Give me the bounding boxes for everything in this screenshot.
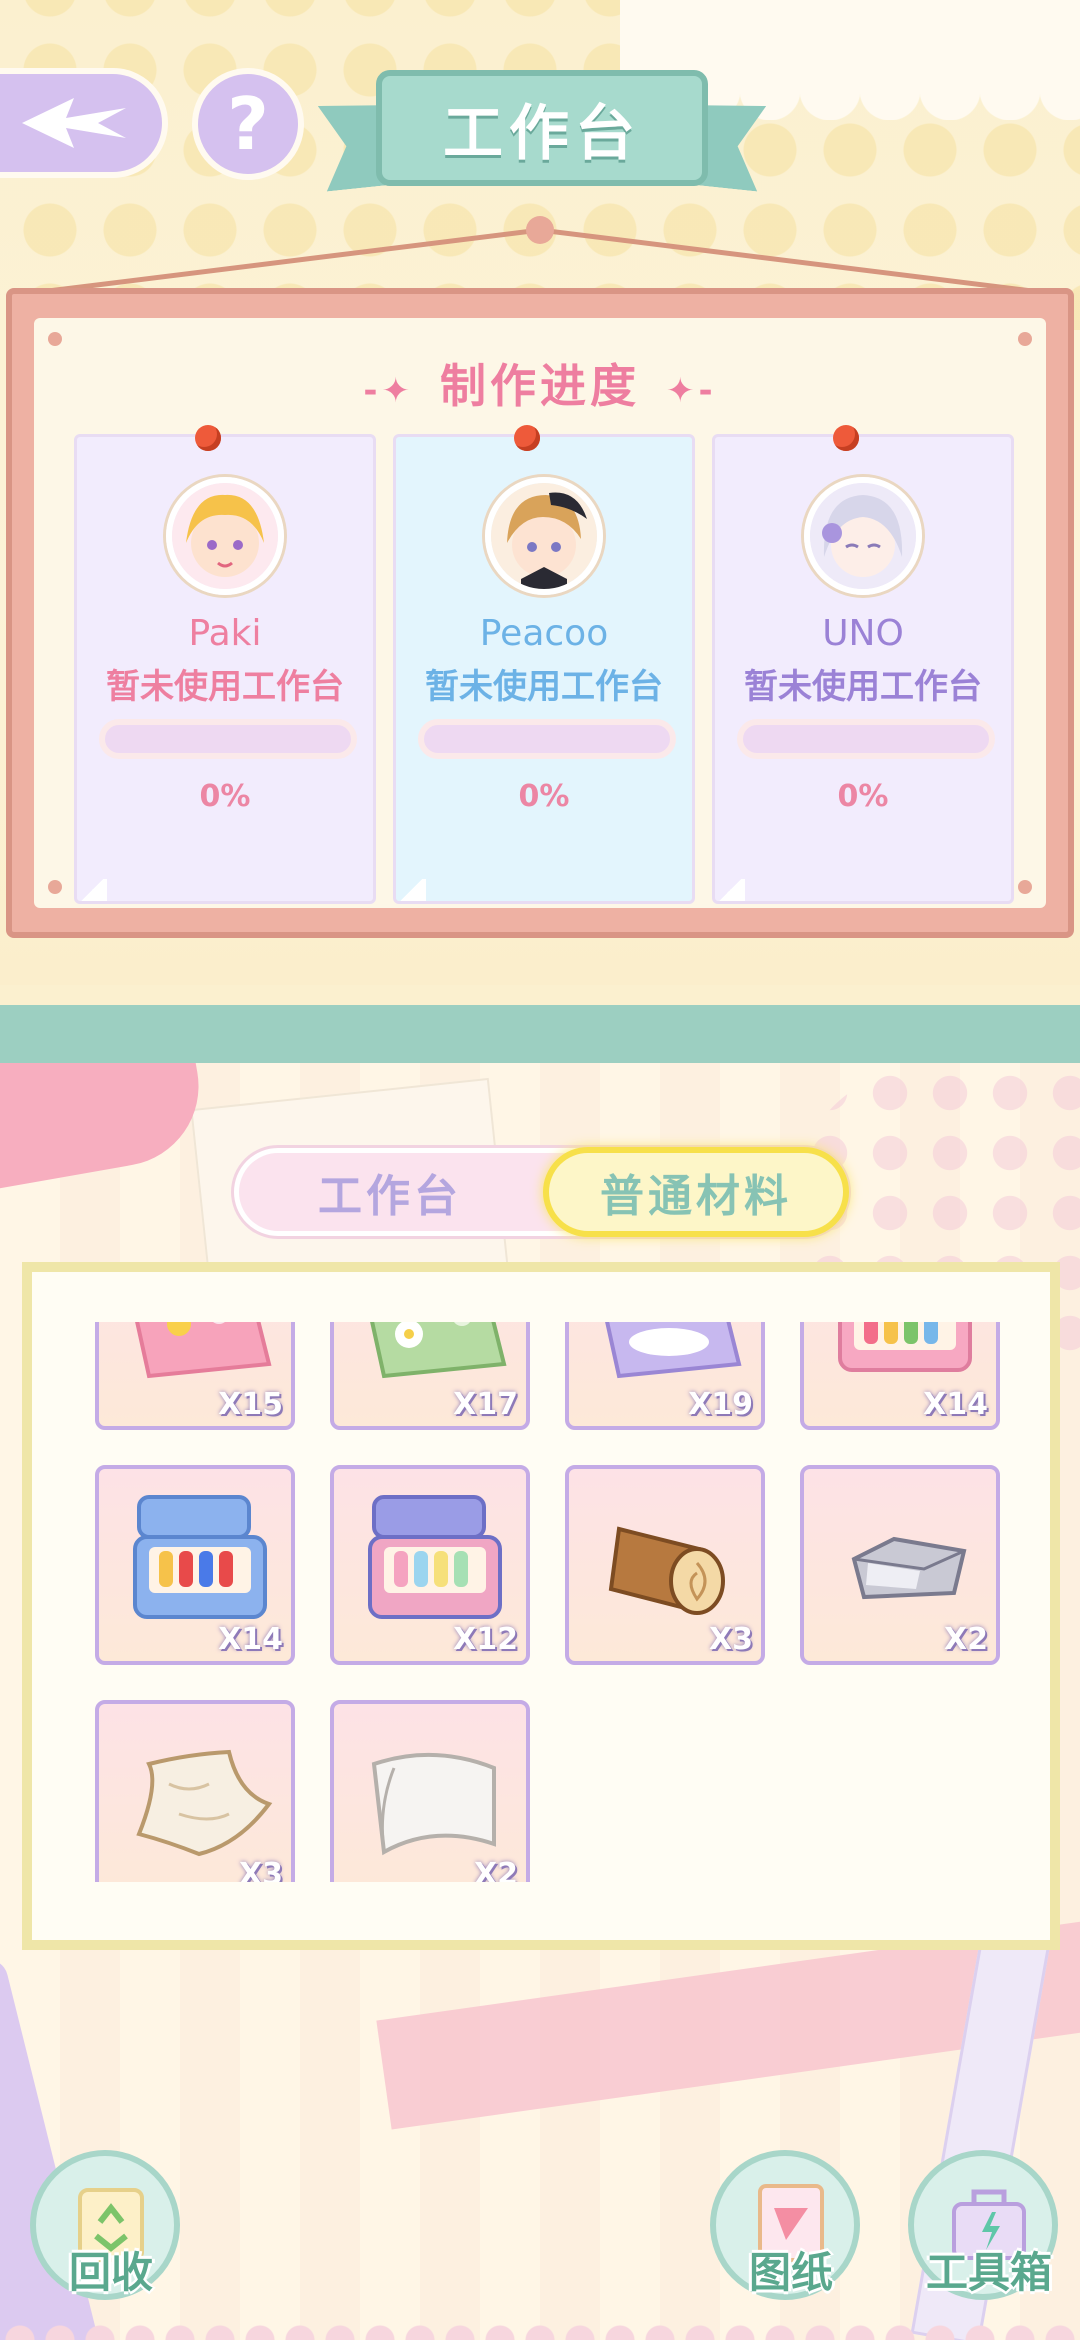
material-count: X3 <box>238 1857 283 1882</box>
purple-cloud-fabric-icon <box>605 1322 742 1379</box>
character-card-uno[interactable]: UNO 暂未使用工作台 0% <box>712 425 1014 904</box>
bottom-scallop-edge <box>0 2300 1080 2340</box>
top-area: ? 工作台 -✦ 制作进度 ✦- Paki 暂未使用工作台 0% Peacoo … <box>0 0 1080 1000</box>
white-cloth-icon <box>371 1752 496 1856</box>
character-card-peacoo[interactable]: Peacoo 暂未使用工作台 0% <box>393 425 695 904</box>
material-count: X3 <box>708 1622 753 1657</box>
winged-arrow-back-icon <box>22 98 126 148</box>
progress-percent: 0% <box>199 779 251 814</box>
character-status: 暂未使用工作台 <box>106 667 344 707</box>
blueprint-label: 图纸 <box>748 2248 833 2297</box>
character-status: 暂未使用工作台 <box>744 667 982 707</box>
material-slot[interactable]: X3 <box>95 1700 295 1882</box>
pushpin-icon <box>833 425 859 451</box>
character-name: Peacoo <box>479 613 609 654</box>
board-nail <box>1018 332 1032 346</box>
material-count: X2 <box>943 1622 988 1657</box>
board-nail <box>48 332 62 346</box>
material-count: X14 <box>923 1387 988 1422</box>
avatar-paki <box>166 477 284 595</box>
toolbox-label: 工具箱 <box>925 2248 1052 2297</box>
paper-fold <box>715 879 745 901</box>
avatar-peacoo <box>485 477 603 595</box>
green-floral-fabric-icon <box>370 1322 507 1379</box>
material-slot[interactable]: X17 <box>330 1322 530 1430</box>
progress-bar <box>99 719 357 759</box>
material-count: X19 <box>688 1387 753 1422</box>
pink-fabric-icon <box>135 1322 272 1379</box>
material-count: X17 <box>453 1387 518 1422</box>
divider <box>0 985 1080 1005</box>
materials-scroll-area[interactable]: X15 X17 X19 X14 X14 X12 X3 X2 X3 X2 <box>32 1322 1050 1882</box>
recycle-label: 回收 <box>68 2248 153 2297</box>
material-slot[interactable]: X15 <box>95 1322 295 1430</box>
character-card-paki[interactable]: Paki 暂未使用工作台 0% <box>74 425 376 904</box>
toolbox-button[interactable]: 工具箱 <box>908 2150 1058 2300</box>
pink-paint-box-icon <box>838 1322 972 1372</box>
progress-heading-text: 制作进度 <box>440 359 640 413</box>
progress-bar <box>418 719 676 759</box>
blue-paint-box-icon <box>133 1495 267 1619</box>
tab-bar: 工作台 普通材料 <box>234 1147 849 1237</box>
material-slot[interactable]: X3 <box>565 1465 765 1665</box>
wood-log-icon <box>608 1526 725 1615</box>
character-name: Paki <box>188 613 262 654</box>
material-count: X14 <box>218 1622 283 1657</box>
avatar-uno <box>804 477 922 595</box>
title-banner: 工作台 <box>322 62 762 212</box>
paper-fold <box>396 879 426 901</box>
help-button[interactable]: ? <box>192 68 304 180</box>
material-slot[interactable]: X12 <box>330 1465 530 1665</box>
progress-percent: 0% <box>518 779 570 814</box>
material-count: X15 <box>218 1387 283 1422</box>
back-button[interactable] <box>0 68 168 178</box>
teal-divider-bar <box>0 1005 1080 1063</box>
tab-materials[interactable]: 普通材料 <box>543 1147 849 1237</box>
sparkle-right-icon: ✦- <box>666 371 717 411</box>
character-name: UNO <box>822 613 904 654</box>
question-mark-icon: ? <box>227 82 269 166</box>
materials-panel: X15 X17 X19 X14 X14 X12 X3 X2 X3 X2 <box>22 1262 1060 1950</box>
recycle-button[interactable]: 回收 <box>30 2150 180 2300</box>
material-slot[interactable]: X14 <box>800 1322 1000 1430</box>
sparkle-left-icon: -✦ <box>363 371 414 411</box>
material-slot[interactable]: X2 <box>800 1465 1000 1665</box>
pushpin-icon <box>195 425 221 451</box>
fur-pelt-icon <box>136 1749 273 1857</box>
board-nail <box>48 880 62 894</box>
progress-heading: -✦ 制作进度 ✦- <box>34 350 1046 416</box>
board-nail <box>1018 880 1032 894</box>
material-slot[interactable]: X19 <box>565 1322 765 1430</box>
paper-fold <box>77 879 107 901</box>
progress-percent: 0% <box>837 779 889 814</box>
progress-board-inner: -✦ 制作进度 ✦- Paki 暂未使用工作台 0% Peacoo 暂未使用工作… <box>34 318 1046 908</box>
material-count: X12 <box>453 1622 518 1657</box>
material-count: X2 <box>473 1857 518 1882</box>
progress-board: -✦ 制作进度 ✦- Paki 暂未使用工作台 0% Peacoo 暂未使用工作… <box>6 288 1074 938</box>
blueprint-button[interactable]: 图纸 <box>710 2150 860 2300</box>
purple-paint-box-icon <box>368 1495 502 1619</box>
silver-ingot-icon <box>851 1536 967 1600</box>
character-status: 暂未使用工作台 <box>425 667 663 707</box>
hanging-string <box>39 216 1041 295</box>
pushpin-icon <box>514 425 540 451</box>
material-slot[interactable]: X2 <box>330 1700 530 1882</box>
page-title: 工作台 <box>376 70 708 186</box>
progress-bar <box>737 719 995 759</box>
material-slot[interactable]: X14 <box>95 1465 295 1665</box>
tab-workbench[interactable]: 工作台 <box>239 1153 541 1231</box>
